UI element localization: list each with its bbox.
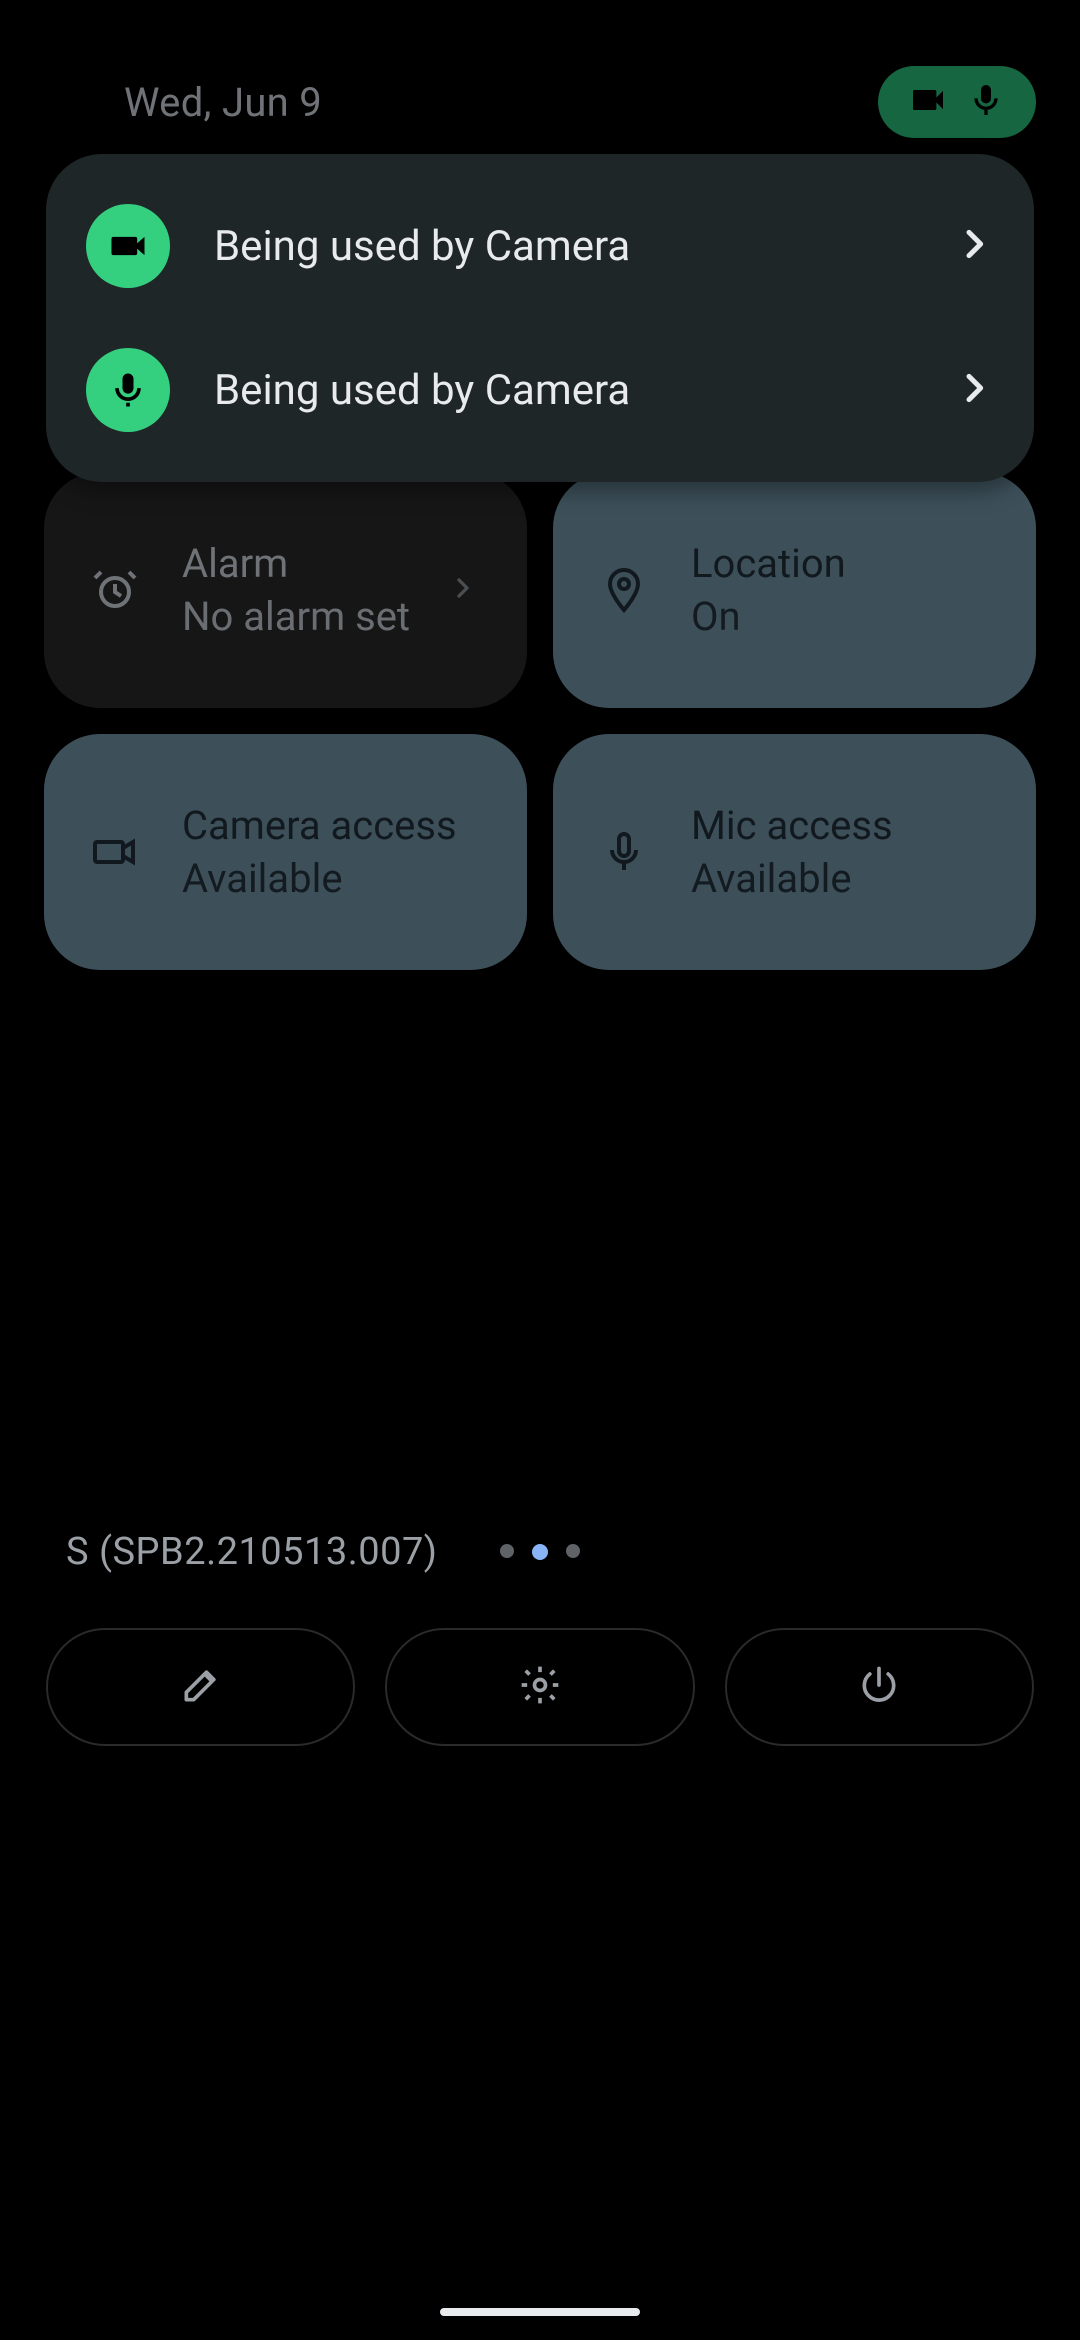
popup-label: Being used by Camera xyxy=(214,222,910,271)
footer-buttons xyxy=(46,1628,1034,1746)
popup-row-microphone[interactable]: Being used by Camera xyxy=(86,318,994,462)
privacy-indicator-pill[interactable] xyxy=(878,66,1036,138)
popup-row-camera[interactable]: Being used by Camera xyxy=(86,174,994,318)
tile-subtitle: Available xyxy=(182,855,487,902)
microphone-icon xyxy=(966,80,1006,124)
gesture-nav-bar[interactable] xyxy=(440,2308,640,2316)
alarm-icon xyxy=(84,559,146,621)
camera-icon xyxy=(84,821,146,883)
quick-settings-tiles: Alarm No alarm set Location On Camera ac… xyxy=(44,472,1036,970)
privacy-usage-popup: Being used by Camera Being used by Camer… xyxy=(46,154,1034,482)
tile-camera-access[interactable]: Camera access Available xyxy=(44,734,527,970)
camera-icon xyxy=(908,80,948,124)
build-label: S (SPB2.210513.007) xyxy=(66,1530,438,1574)
settings-button[interactable] xyxy=(385,1628,694,1746)
tile-location[interactable]: Location On xyxy=(553,472,1036,708)
pager-dot-active xyxy=(532,1544,548,1560)
location-icon xyxy=(593,559,655,621)
chevron-right-icon xyxy=(447,572,479,608)
microphone-icon xyxy=(86,348,170,432)
tile-subtitle: On xyxy=(691,593,996,640)
microphone-icon xyxy=(593,821,655,883)
tile-alarm[interactable]: Alarm No alarm set xyxy=(44,472,527,708)
popup-label: Being used by Camera xyxy=(214,366,910,415)
camera-icon xyxy=(86,204,170,288)
status-date: Wed, Jun 9 xyxy=(44,79,322,126)
status-bar: Wed, Jun 9 xyxy=(0,52,1080,152)
chevron-right-icon xyxy=(954,368,994,412)
chevron-right-icon xyxy=(954,224,994,268)
edit-button[interactable] xyxy=(46,1628,355,1746)
power-icon xyxy=(857,1663,901,1711)
tile-title: Camera access xyxy=(182,802,487,849)
tile-subtitle: No alarm set xyxy=(182,593,487,640)
edit-icon xyxy=(179,1663,223,1711)
tile-title: Alarm xyxy=(182,540,487,587)
gear-icon xyxy=(518,1663,562,1711)
tile-mic-access[interactable]: Mic access Available xyxy=(553,734,1036,970)
tile-title: Mic access xyxy=(691,802,996,849)
tile-subtitle: Available xyxy=(691,855,996,902)
tile-title: Location xyxy=(691,540,996,587)
build-info-row: S (SPB2.210513.007) xyxy=(66,1527,1014,1577)
pager-dot xyxy=(500,1544,514,1558)
pager-dots[interactable] xyxy=(500,1544,580,1560)
power-button[interactable] xyxy=(725,1628,1034,1746)
pager-dot xyxy=(566,1544,580,1558)
